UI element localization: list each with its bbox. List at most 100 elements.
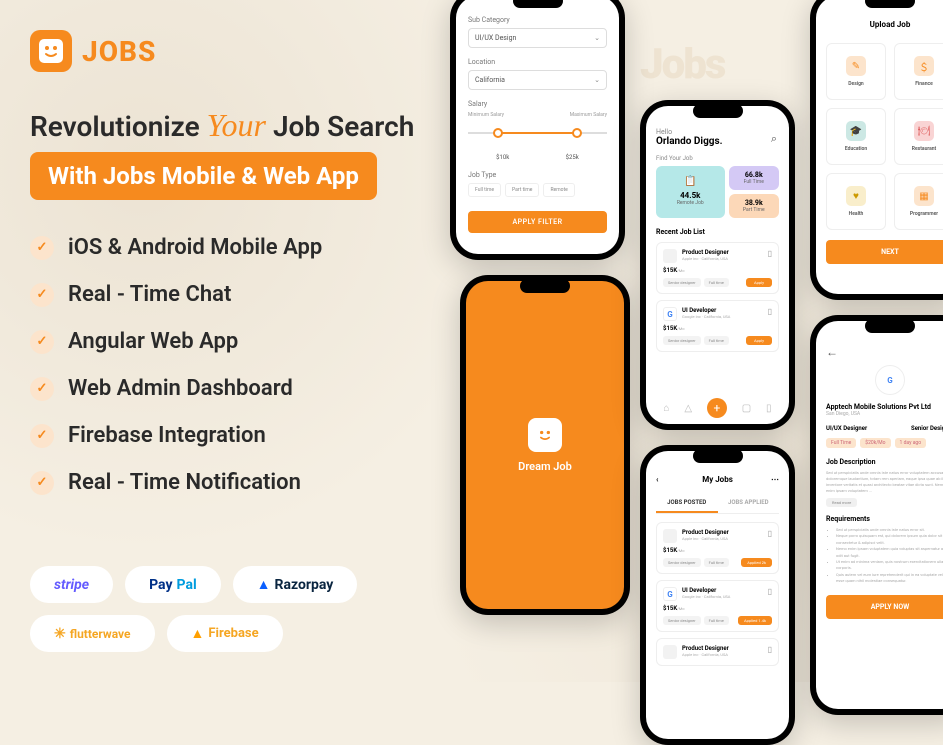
next-button[interactable]: NEXT [826,240,943,264]
pen-icon: ✎ [846,56,866,76]
flutterwave-badge: ✳flutterwave [30,615,155,652]
applied-badge: Applied 1.4k [738,616,772,625]
apply-button[interactable]: Apply [746,336,772,345]
req-list: Sed ut perspiciatis unde omnis iste natu… [826,527,943,585]
splash-icon [528,418,562,452]
logo-text: JOBS [82,35,156,68]
chevron-down-icon: ⌄ [594,76,600,84]
search-icon[interactable]: ⌕ [771,132,777,146]
bookmark-icon[interactable]: ▯ [768,249,772,258]
back-icon[interactable]: ‹ [656,475,659,484]
desc-title: Job Description [826,458,943,466]
restaurant-icon: 🍽 [914,121,934,141]
nav-home-icon[interactable]: ⌂ [663,403,669,414]
check-icon: ✓ [30,283,54,307]
brand-logo: JOBS [30,30,430,72]
jobtype-label: Job Type [468,171,607,179]
job-card[interactable]: Product DesignerApple inc · California, … [656,522,779,574]
stat-fulltime[interactable]: 66.8kFull Time [729,166,779,190]
bookmark-icon[interactable]: ▯ [768,307,772,316]
job-card[interactable]: GUI DeveloperGoogle inc · California, US… [656,580,779,632]
check-icon: ✓ [30,471,54,495]
greeting: Hello [656,128,779,136]
bookmark-icon[interactable]: ▯ [768,529,772,538]
req-title: Requirements [826,515,943,523]
apple-icon [663,645,677,659]
bookmark-icon[interactable]: ▯ [768,587,772,596]
location-select[interactable]: California⌄ [468,70,607,90]
headline-1: Revolutionize Your Job Search [30,107,430,144]
check-icon: ✓ [30,236,54,260]
subcat-label: Sub Category [468,16,607,24]
cat-finance[interactable]: ＄Finance [894,43,943,100]
salary-slider[interactable] [468,124,607,144]
recent-jobs-label: Recent Job List [656,228,779,236]
job-card[interactable]: Product DesignerApple inc · California, … [656,638,779,666]
jobtype-option[interactable]: Part time [505,183,539,197]
nav-bookmark-icon[interactable]: ▯ [766,403,772,414]
detail-tag: 1 day ago [895,438,927,448]
readmore-button[interactable]: Read more [826,498,857,507]
job-card[interactable]: GUI DeveloperGoogle inc · California, US… [656,300,779,352]
user-name: Orlando Diggs. [656,136,779,147]
applied-badge: Applied 2k [741,558,772,567]
cat-education[interactable]: 🎓Education [826,108,886,165]
jobtype-option[interactable]: Full time [468,183,501,197]
paypal-badge: PayPal [125,566,221,603]
phone-myjobs: ‹My Jobs⋯ JOBS POSTED JOBS APPLIED Produ… [640,445,795,745]
cat-restaurant[interactable]: 🍽Restaurant [894,108,943,165]
apple-icon [663,249,677,263]
headline-2: With Jobs Mobile & Web App [30,152,377,200]
back-icon[interactable]: ← [826,345,943,359]
splash-title: Dream Job [518,460,572,473]
phone-detail: ← G Apptech Mobile Solutions Pvt Ltd San… [810,315,943,715]
education-icon: 🎓 [846,121,866,141]
salary-label: Salary [468,100,607,108]
health-icon: ♥ [846,186,866,206]
tab-posted[interactable]: JOBS POSTED [656,494,718,513]
check-icon: ✓ [30,424,54,448]
payment-providers: stripe PayPal ▲Razorpay ✳flutterwave ▲Fi… [30,566,430,652]
jobtype-option[interactable]: Remote [543,183,574,197]
stripe-badge: stripe [30,566,113,603]
check-icon: ✓ [30,377,54,401]
location-label: Location [468,58,607,66]
apply-filter-button[interactable]: APPLY FILTER [468,211,607,233]
logo-icon [30,30,72,72]
phone-home: ⌕ Hello Orlando Diggs. Find Your Job 📋44… [640,100,795,430]
company-name: Apptech Mobile Solutions Pvt Ltd [826,403,943,411]
cat-design[interactable]: ✎Design [826,43,886,100]
finance-icon: ＄ [914,56,934,76]
bottom-nav: ⌂ △ + ▢ ▯ [656,398,779,418]
stat-remote[interactable]: 📋44.5kRemote Job [656,166,725,218]
apply-button[interactable]: Apply [746,278,772,287]
firebase-badge: ▲Firebase [167,615,283,652]
google-icon: G [663,587,677,601]
cat-health[interactable]: ♥Health [826,173,886,230]
cat-programmer[interactable]: ▦Programmer [894,173,943,230]
upload-title: Upload Job [826,20,943,29]
chevron-down-icon: ⌄ [594,34,600,42]
nav-bell-icon[interactable]: △ [684,403,692,414]
check-icon: ✓ [30,330,54,354]
company-location: San Diego, USA [826,411,943,417]
nav-chat-icon[interactable]: ▢ [742,403,751,414]
apply-now-button[interactable]: APPLY NOW [826,595,943,619]
phone-filter: Sub Category UI/UX Design⌄ Location Cali… [450,0,625,260]
tab-applied[interactable]: JOBS APPLIED [718,494,780,513]
bookmark-icon[interactable]: ▯ [768,645,772,654]
razorpay-badge: ▲Razorpay [233,566,358,603]
detail-tag: Full Time [826,438,856,448]
detail-tag: $20k/Mo [860,438,890,448]
google-icon: G [663,307,677,321]
myjobs-title: ‹My Jobs⋯ [656,475,779,484]
phone-splash: Dream Job [460,275,630,615]
feature-list: ✓iOS & Android Mobile App ✓Real - Time C… [30,235,430,495]
more-icon[interactable]: ⋯ [771,475,779,484]
desc-text: Sed ut perspiciatis unde omnis iste natu… [826,470,943,494]
stat-parttime[interactable]: 38.9kPart Time [729,194,779,218]
phone-upload: Upload Job ✎Design ＄Finance 🎓Education 🍽… [810,0,943,300]
job-card[interactable]: Product DesignerApple inc · California, … [656,242,779,294]
nav-add-icon[interactable]: + [707,398,727,418]
subcat-select[interactable]: UI/UX Design⌄ [468,28,607,48]
